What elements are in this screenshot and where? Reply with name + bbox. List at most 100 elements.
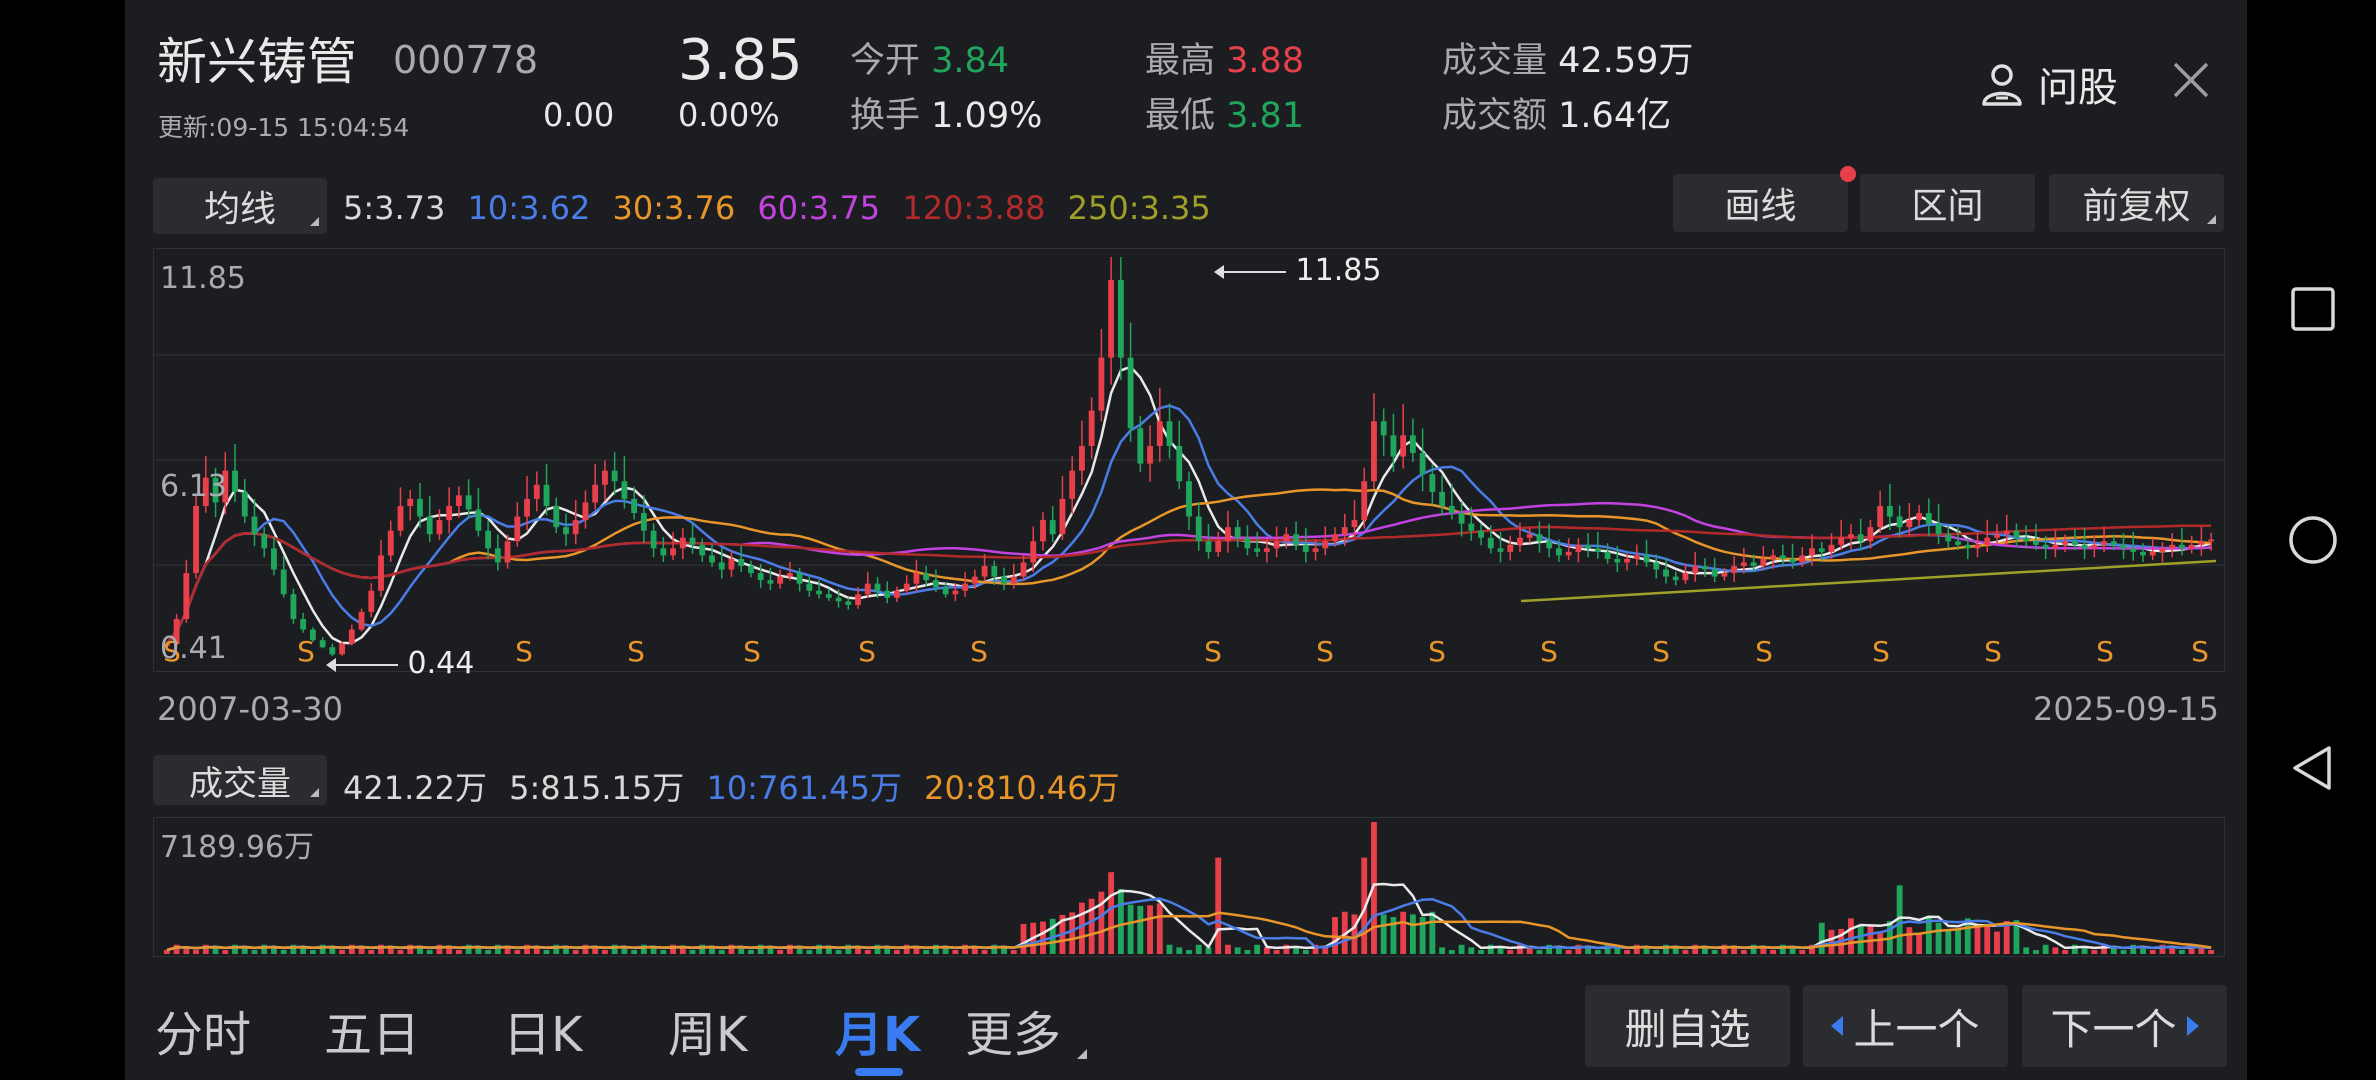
volume-bar [1770,950,1776,954]
candle-body [679,537,686,549]
volume-bar [923,950,930,954]
back-button[interactable] [2287,742,2339,794]
volume-bar [1176,947,1183,954]
volume-bar [864,950,871,954]
candle-body [1760,558,1767,567]
date-start: 2007-03-30 [157,690,343,728]
candle-body [1351,520,1358,528]
volume-bar [2032,950,2039,954]
volume-bar [1400,911,1407,954]
candle-body [1663,569,1669,577]
candle-body [1935,523,1942,535]
ytick-low: 0.41 [160,631,227,666]
candle-body [806,583,813,591]
candle-body [903,583,910,591]
candle-body [446,505,453,521]
volume-bar [2042,944,2049,954]
candle-body [1536,534,1543,542]
volume-bar [806,950,813,954]
volume-bar [1225,944,1231,954]
volume-chart[interactable]: 7189.96万 [153,817,2225,957]
volume-bar [1254,944,1261,954]
volume-bar [572,950,579,954]
candle-body [1779,555,1786,559]
candle-body [2032,541,2039,545]
candle-body [1809,548,1815,556]
candle-body [1770,555,1776,559]
candle-body [2013,530,2020,538]
candle-body [1371,421,1377,482]
volume-bar [1244,950,1251,954]
ma-selector[interactable]: 均线 [153,178,327,234]
ma120-line [165,524,2212,645]
candle-body [1078,445,1085,471]
candle-body [1984,537,1991,545]
candle-body [1293,534,1300,545]
notification-dot [1840,166,1856,182]
signal-marker: S [970,635,988,668]
volume-bar [1263,947,1270,954]
candle-body [2208,539,2215,542]
close-button[interactable] [2171,60,2211,100]
candle-body [1702,566,1708,570]
tab-intraday[interactable]: 分时 [155,995,251,1065]
volume-bar [1234,947,1241,954]
volume-bar [1507,950,1514,954]
next-stock-button[interactable]: 下一个 [2022,985,2227,1067]
volume-bar [1195,944,1202,954]
range-button[interactable]: 区间 [1860,174,2035,232]
user-icon [1982,64,2022,106]
vol-ma10: 10:761.45万 [706,769,902,807]
system-navigation-bar [2247,0,2376,1080]
volume-bar [514,950,521,954]
candle-body [962,583,969,591]
tab-weekly-k[interactable]: 周K [668,995,747,1065]
volume-bar [339,950,346,954]
volume-bar [1994,931,2000,954]
volume-bar [1935,922,1942,954]
home-button[interactable] [2287,514,2339,566]
candle-body [290,594,297,619]
candle-body [368,590,375,612]
candle-body [1205,541,1212,552]
candle-body [923,573,930,581]
volume-bar [193,950,199,954]
candle-body [816,590,823,595]
volume-bar [1497,947,1504,954]
candle-body [592,484,599,503]
remove-watchlist-button[interactable]: 删自选 [1585,985,1790,1067]
candle-body [1137,428,1144,464]
candle-body [748,566,754,574]
candle-body [1069,470,1076,499]
ask-stock-button[interactable]: 问股 [1978,55,2118,113]
draw-line-button[interactable]: 画线 [1673,166,1856,232]
volume-bar [2081,947,2088,954]
candle-body [280,569,287,595]
adjust-selector[interactable]: 前复权 [2049,174,2224,232]
tab-daily-k[interactable]: 日K [503,995,582,1065]
price-change: 0.00 [543,96,615,134]
kline-chart[interactable]: SSSSSSSSSSSSSSSSS 11.85 6.13 0.41 11.85 … [153,248,2225,681]
candle-body [640,513,647,531]
candle-body [884,590,891,598]
tab-monthly-k[interactable]: 月K [835,995,920,1065]
candle-body [2003,530,2010,535]
volume-selector[interactable]: 成交量 [153,755,327,805]
volume-bar [1186,950,1192,954]
vol-ma5: 5:815.15万 [509,769,685,807]
candle-body [319,640,326,648]
candle-body [436,520,443,535]
candle-body [1828,544,1835,552]
tab-five-day[interactable]: 五日 [324,995,420,1065]
tab-more[interactable]: 更多 [965,995,1088,1065]
candle-body [709,555,715,563]
recents-button[interactable] [2287,283,2339,335]
volume-ytick: 7189.96万 [160,830,315,865]
candle-body [1740,562,1747,567]
candle-body [1030,541,1037,563]
candle-body [1604,551,1611,559]
candle-body [1390,435,1397,457]
candle-body [952,590,959,595]
volume-bar [1818,922,1825,954]
previous-stock-button[interactable]: 上一个 [1803,985,2008,1067]
